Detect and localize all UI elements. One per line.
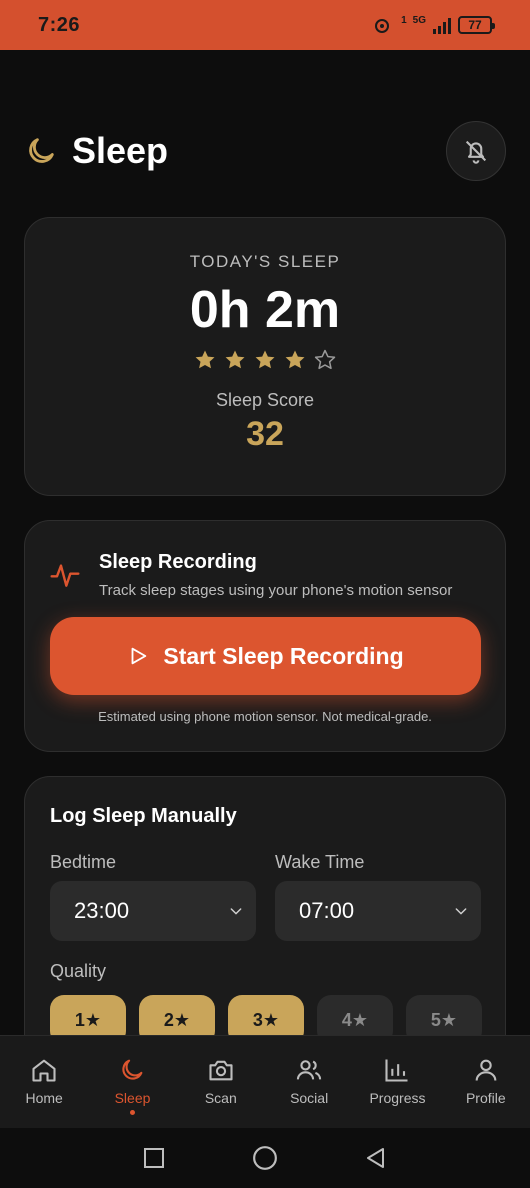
bar-chart-icon: [385, 1059, 408, 1082]
star-filled-icon: [195, 350, 215, 369]
moon-icon: [122, 1059, 143, 1080]
nav-item-home[interactable]: Home: [2, 1056, 86, 1106]
nav-item-scan[interactable]: Scan: [179, 1056, 263, 1106]
nav-item-progress[interactable]: Progress: [355, 1056, 439, 1106]
system-navigation-bar: [0, 1128, 530, 1188]
recording-disclaimer: Estimated using phone motion sensor. Not…: [98, 709, 432, 724]
hotspot-icon: [375, 19, 390, 33]
bottom-navigation: Home Sleep Scan Social Progress Profile: [0, 1035, 530, 1128]
bedtime-value: 23:00: [74, 898, 130, 923]
nav-label-social: Social: [290, 1090, 329, 1106]
notifications-toggle-button[interactable]: [446, 121, 506, 181]
star-filled-icon: [255, 350, 275, 369]
chevron-down-icon: [455, 908, 467, 915]
page-title: Sleep: [72, 130, 169, 171]
nav-item-sleep[interactable]: Sleep: [90, 1056, 174, 1115]
bedtime-select[interactable]: 23:00: [50, 881, 256, 941]
network-label: 5G: [412, 15, 426, 26]
todays-sleep-card: TODAY'S SLEEP 0h 2m Sleep Score 32: [24, 217, 506, 496]
todays-sleep-label: TODAY'S SLEEP: [189, 252, 341, 271]
start-sleep-recording-button[interactable]: Start Sleep Recording: [50, 617, 481, 695]
play-icon: [131, 647, 147, 665]
status-time: 7:26: [38, 13, 81, 36]
home-circle-icon[interactable]: [252, 1145, 278, 1171]
nav-item-profile[interactable]: Profile: [444, 1056, 528, 1106]
battery-level: 77: [468, 18, 482, 32]
log-sleep-title: Log Sleep Manually: [50, 805, 237, 827]
nav-item-social[interactable]: Social: [267, 1056, 351, 1106]
sleep-rating-stars: [25, 348, 505, 372]
wake-time-select[interactable]: 07:00: [275, 881, 481, 941]
sleep-score-label: Sleep Score: [215, 390, 315, 410]
active-indicator-dot: [129, 1110, 135, 1115]
nav-label-profile: Profile: [465, 1090, 506, 1106]
back-icon[interactable]: [364, 1146, 388, 1170]
sleep-recording-title: Sleep Recording: [99, 551, 257, 573]
bell-off-icon: [465, 140, 487, 164]
todays-sleep-duration: 0h 2m: [189, 281, 341, 339]
signal-icon: [433, 18, 451, 34]
nav-label-scan: Scan: [204, 1090, 237, 1106]
sleep-recording-card: Sleep Recording Track sleep stages using…: [24, 520, 506, 752]
start-sleep-recording-label: Start Sleep Recording: [163, 642, 404, 669]
nav-label-sleep: Sleep: [114, 1090, 151, 1106]
activity-pulse-icon: [50, 564, 80, 587]
wake-time-value: 07:00: [299, 898, 355, 923]
nav-label-home: Home: [25, 1090, 63, 1106]
status-bar: 7:26 1 5G 77: [0, 0, 530, 50]
bedtime-label: Bedtime: [50, 852, 117, 872]
moon-icon: [29, 138, 54, 163]
status-icons: 1 5G 77: [373, 15, 495, 34]
sim-label: 1: [401, 15, 407, 26]
chevron-down-icon: [230, 908, 242, 915]
recents-icon[interactable]: [142, 1146, 166, 1170]
wake-time-label: Wake Time: [275, 852, 365, 872]
nav-label-progress: Progress: [369, 1090, 426, 1106]
battery-icon: 77: [458, 16, 495, 34]
star-filled-icon: [225, 350, 245, 369]
page-header: Sleep: [24, 120, 506, 182]
quality-label: Quality: [50, 961, 107, 981]
sleep-score-value: 32: [246, 415, 284, 453]
users-icon: [297, 1060, 322, 1080]
sleep-recording-subtitle: Track sleep stages using your phone's mo…: [99, 582, 453, 599]
home-icon: [32, 1059, 56, 1082]
user-icon: [475, 1059, 497, 1081]
camera-icon: [209, 1060, 233, 1081]
star-filled-icon: [285, 350, 305, 369]
star-empty-icon: [314, 349, 336, 370]
